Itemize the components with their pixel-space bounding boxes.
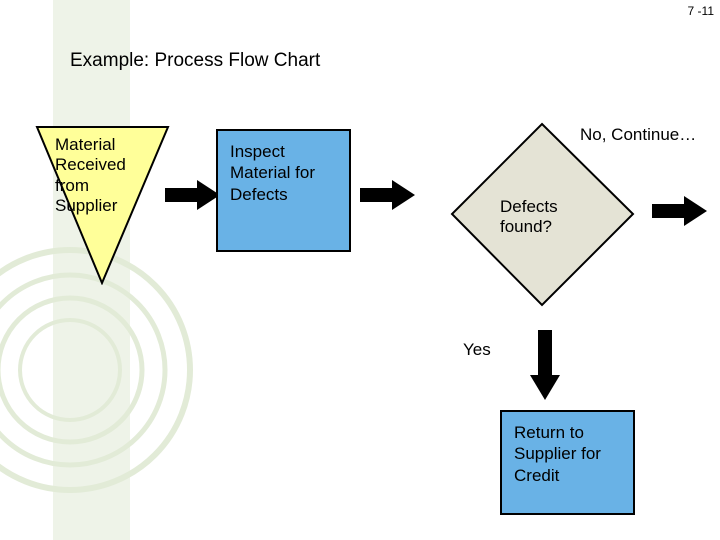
decision-node: Defects found?	[450, 122, 635, 307]
arrow-right-icon	[165, 180, 220, 210]
slide-title: Example: Process Flow Chart	[70, 50, 320, 72]
process-return: Return to Supplier for Credit	[500, 410, 635, 515]
start-node-text: Material Received from Supplier	[55, 135, 155, 217]
arrow-right-icon	[652, 196, 707, 226]
decision-no-label: No, Continue…	[580, 125, 696, 145]
process-inspect: Inspect Material for Defects	[216, 129, 351, 252]
arrow-right-icon	[360, 180, 415, 210]
start-node: Material Received from Supplier	[35, 125, 170, 285]
decision-node-text: Defects found?	[500, 197, 610, 238]
slide: 7 -11 Example: Process Flow Chart Materi…	[0, 0, 720, 540]
decision-yes-label: Yes	[463, 340, 491, 360]
arrow-down-icon	[530, 330, 560, 400]
page-number: 7 -11	[688, 4, 714, 18]
